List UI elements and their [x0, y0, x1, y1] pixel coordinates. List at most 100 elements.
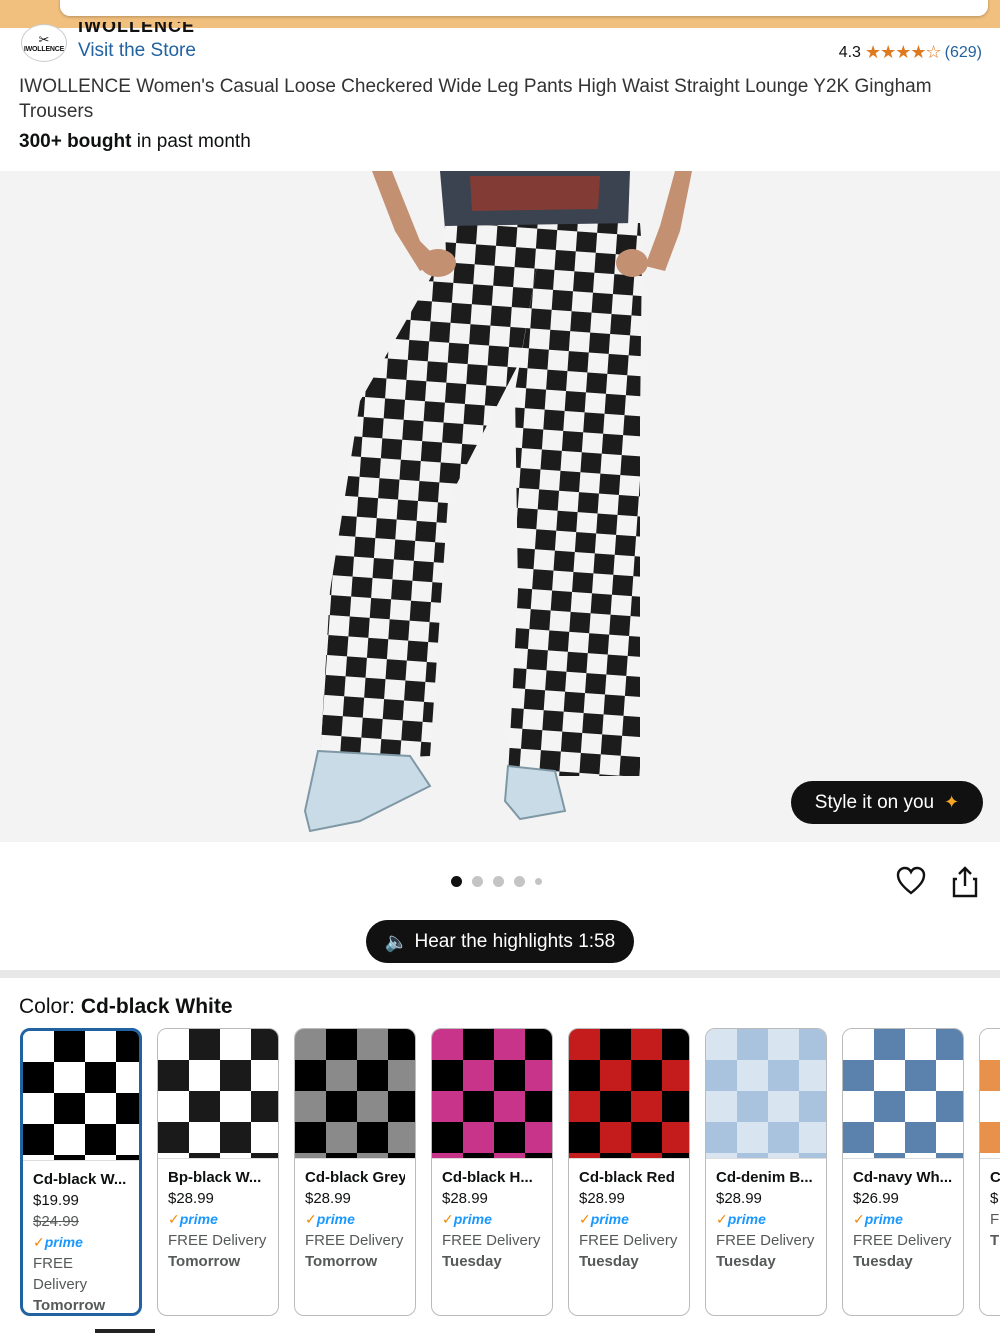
swatch-name: Cd-denim B...	[716, 1169, 813, 1186]
search-input[interactable]	[60, 0, 988, 16]
rating[interactable]: 4.3 ★★★★☆ (629)	[839, 42, 982, 63]
prime-label: prime	[44, 1234, 83, 1250]
swatch-name: Cd-black Grey	[305, 1169, 405, 1186]
selected-color: Cd-black White	[80, 995, 233, 1018]
swatch-delivery-day: Tomorrow	[33, 1297, 106, 1314]
swatch-pattern	[980, 1029, 1000, 1159]
color-swatch[interactable]: Bp-black W... $28.99 ✓prime FREE Delivery To…	[157, 1028, 279, 1316]
color-swatch[interactable]: Cd-black W... $19.99 $24.99 ✓prime FREE Deli…	[20, 1028, 142, 1316]
prime-label: prime	[179, 1211, 218, 1227]
prime-check-icon: ✓	[853, 1211, 865, 1227]
swatch-price: $19.99	[33, 1192, 79, 1209]
swatch-delivery: FREE Delivery	[305, 1232, 404, 1249]
style-it-on-you-button[interactable]: Style it on you ✦	[791, 781, 983, 824]
carousel-dot[interactable]	[451, 876, 462, 887]
brand-logo[interactable]: ✂ IWOLLENCE	[21, 24, 67, 62]
color-swatch[interactable]: Cd-black H... $28.99 ✓prime FREE Delivery Tu…	[431, 1028, 553, 1316]
hear-highlights-button[interactable]: 🔈 Hear the highlights 1:58	[366, 920, 634, 963]
swatch-price: $26.99	[853, 1190, 899, 1207]
carousel-dot[interactable]	[514, 876, 525, 887]
prime-label: prime	[590, 1211, 629, 1227]
bought-count-rest: in past month	[131, 131, 251, 152]
prime-badge: ✓prime	[33, 1232, 129, 1253]
swatch-name: Cd-black W...	[33, 1171, 127, 1188]
rating-value: 4.3	[838, 43, 861, 61]
prime-badge: ✓prime	[579, 1209, 679, 1230]
visit-store-link[interactable]: Visit the Store	[78, 40, 196, 62]
carousel-dot[interactable]	[535, 878, 542, 885]
swatch-delivery: FREE Delivery	[579, 1232, 678, 1249]
swatch-delivery-day: T	[990, 1232, 1000, 1249]
prime-badge: ✓prime	[305, 1209, 405, 1230]
swatch-pattern	[432, 1029, 552, 1159]
prime-check-icon: ✓	[168, 1211, 180, 1227]
brand-logo-text: IWOLLENCE	[23, 45, 65, 53]
share-icon[interactable]	[951, 866, 979, 898]
color-swatch[interactable]: Cd-black Grey $28.99 ✓prime FREE Delivery To…	[294, 1028, 416, 1316]
rating-count[interactable]: (629)	[945, 44, 982, 62]
color-swatch[interactable]: Cd-navy Wh... $26.99 ✓prime FREE Delivery Tu…	[842, 1028, 964, 1316]
prime-label: prime	[316, 1211, 355, 1227]
swatch-delivery: FREE Delivery	[33, 1255, 88, 1293]
swatch-info: Cd-black H... $28.99 ✓prime FREE Delivery Tu…	[432, 1159, 552, 1280]
swatch-delivery-day: Tuesday	[442, 1253, 502, 1270]
image-carousel-dots[interactable]	[451, 876, 542, 887]
scissors-icon: ✂	[38, 31, 50, 47]
swatch-name: C	[990, 1169, 1000, 1186]
swatch-info: Cd-navy Wh... $26.99 ✓prime FREE Delivery Tu…	[843, 1159, 963, 1280]
prime-check-icon: ✓	[305, 1211, 317, 1227]
product-title: IWOLLENCE Women's Casual Loose Checkered…	[19, 76, 932, 122]
swatch-delivery-day: Tuesday	[579, 1253, 639, 1270]
swatch-info: Cd-black Grey $28.99 ✓prime FREE Delivery To…	[295, 1159, 415, 1280]
prime-badge: ✓prime	[716, 1209, 816, 1230]
swatch-delivery-day: Tomorrow	[168, 1253, 241, 1270]
brand-name: IWOLLENCE	[78, 22, 195, 34]
bought-count-bold: 300+ bought	[19, 131, 132, 152]
swatch-name: Cd-navy Wh...	[853, 1169, 953, 1186]
section-divider	[0, 970, 1000, 978]
swatch-price: $	[990, 1190, 999, 1207]
swatch-name: Cd-black H...	[442, 1169, 533, 1186]
heart-icon[interactable]	[896, 866, 926, 896]
color-swatch[interactable]: Cd-black Red $28.99 ✓prime FREE Delivery Tue…	[568, 1028, 690, 1316]
swatch-pattern	[295, 1029, 415, 1159]
swatch-delivery: FREE Delivery	[716, 1232, 815, 1249]
prime-check-icon: ✓	[33, 1234, 45, 1250]
swatch-info: Bp-black W... $28.99 ✓prime FREE Delivery To…	[158, 1159, 278, 1280]
swatch-delivery: FREE Delivery	[442, 1232, 541, 1249]
product-image[interactable]: Style it on you ✦	[0, 171, 1000, 842]
swatch-price: $28.99	[305, 1190, 351, 1207]
product-photo	[303, 171, 692, 833]
swatch-delivery-day: Tuesday	[853, 1253, 913, 1270]
prime-badge: ✓prime	[442, 1209, 542, 1230]
swatch-info: C $ F T	[980, 1159, 1000, 1259]
color-swatch[interactable]: Cd-denim B... $28.99 ✓prime FREE Delivery Tu…	[705, 1028, 827, 1316]
color-label: Color: Cd-black White	[19, 995, 233, 1019]
carousel-dot[interactable]	[472, 876, 483, 887]
swatch-pattern	[843, 1029, 963, 1159]
swatch-price: $28.99	[716, 1190, 762, 1207]
swatch-delivery: FREE Delivery	[853, 1232, 952, 1249]
swatch-list-price: $24.99	[33, 1213, 79, 1230]
carousel-dot[interactable]	[493, 876, 504, 887]
sparkle-icon: ✦	[944, 792, 960, 812]
swatch-name: Bp-black W...	[168, 1169, 262, 1186]
swatch-info: Cd-black W... $19.99 $24.99 ✓prime FREE Deli…	[23, 1161, 139, 1314]
swatch-pattern	[569, 1029, 689, 1159]
swatch-price: $28.99	[168, 1190, 214, 1207]
swatch-pattern	[23, 1031, 139, 1161]
prime-badge: ✓prime	[853, 1209, 953, 1230]
prime-badge: ✓prime	[168, 1209, 268, 1230]
swatch-pattern	[706, 1029, 826, 1159]
swatch-name: Cd-black Red	[579, 1169, 675, 1186]
bought-count: 300+ bought in past month	[19, 131, 251, 153]
swatch-delivery-day: Tuesday	[716, 1253, 776, 1270]
swatch-delivery-day: Tomorrow	[305, 1253, 378, 1270]
style-it-on-you-label: Style it on you	[814, 791, 935, 813]
swatch-pattern	[158, 1029, 278, 1159]
prime-check-icon: ✓	[579, 1211, 591, 1227]
color-swatch-list[interactable]: Cd-black W... $19.99 $24.99 ✓prime FREE Deli…	[20, 1028, 1000, 1318]
swatch-delivery: F	[990, 1211, 1000, 1228]
swatch-info: Cd-black Red $28.99 ✓prime FREE Delivery Tue…	[569, 1159, 689, 1280]
color-swatch[interactable]: C $ F T	[979, 1028, 1000, 1316]
